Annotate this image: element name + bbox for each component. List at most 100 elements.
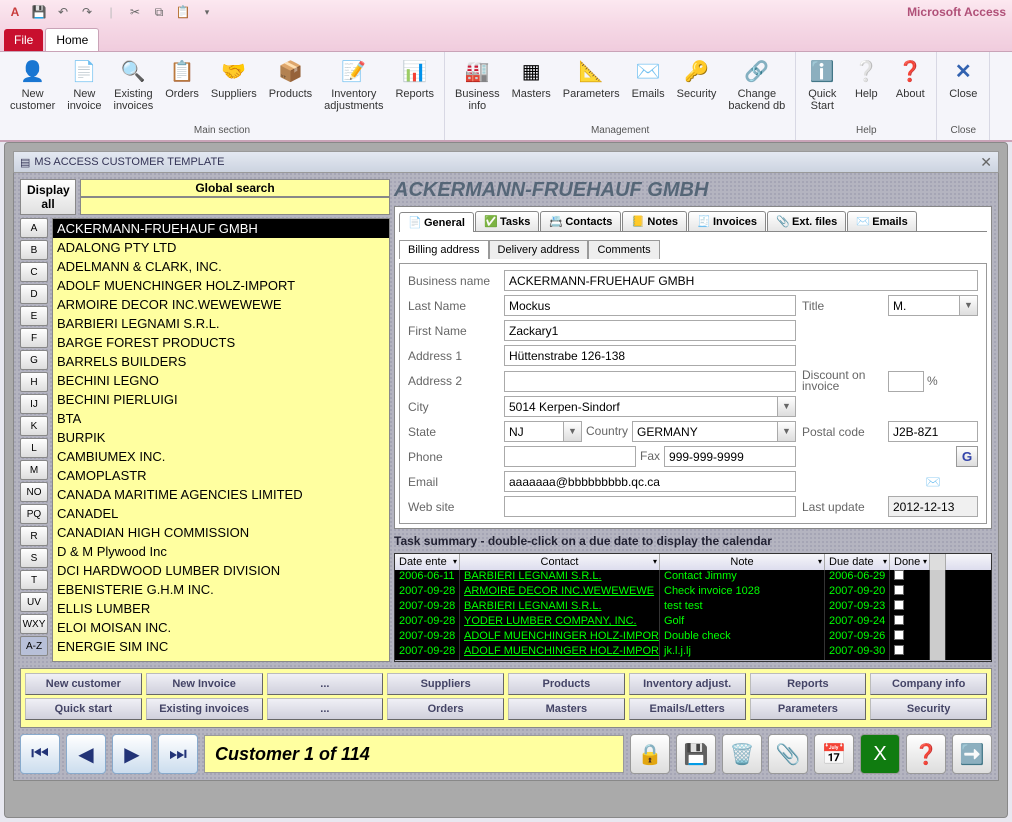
alpha-E[interactable]: E [20, 306, 48, 326]
bottom-button[interactable]: New Invoice [146, 673, 263, 695]
list-item[interactable]: CANADEL [53, 504, 389, 523]
list-item[interactable]: DCI HARDWOOD LUMBER DIVISION [53, 561, 389, 580]
masters-button[interactable]: ▦Masters [506, 54, 557, 125]
address1-input[interactable] [504, 345, 796, 366]
col-due[interactable]: Due date▾ [825, 554, 890, 570]
emails-button[interactable]: ✉️Emails [626, 54, 671, 125]
col-date[interactable]: Date ente▾ [395, 554, 460, 570]
file-tab[interactable]: File [4, 29, 43, 51]
help-button[interactable]: ❓ [906, 734, 946, 774]
parameters-button[interactable]: 📐Parameters [557, 54, 626, 125]
display-all-button[interactable]: Display all [20, 179, 76, 215]
list-item[interactable]: ADOLF MUENCHINGER HOLZ-IMPORT [53, 276, 389, 295]
list-item[interactable]: CANADA MARITIME AGENCIES LIMITED [53, 485, 389, 504]
list-item[interactable]: BECHINI LEGNO [53, 371, 389, 390]
reports-button[interactable]: 📊Reports [389, 54, 440, 125]
alpha-NO[interactable]: NO [20, 482, 48, 502]
alpha-K[interactable]: K [20, 416, 48, 436]
new-customer-button[interactable]: 👤New customer [4, 54, 61, 125]
first-record-button[interactable]: ⏮ [20, 734, 60, 774]
fax-input[interactable] [664, 446, 796, 467]
form-close-icon[interactable]: ✕ [980, 154, 992, 171]
list-item[interactable]: ADELMANN & CLARK, INC. [53, 257, 389, 276]
list-item[interactable]: ELOI MOISAN INC. [53, 618, 389, 637]
list-item[interactable]: BARBIERI LEGNAMI S.R.L. [53, 314, 389, 333]
excel-export-button[interactable]: X [860, 734, 900, 774]
alpha-WXY[interactable]: WXY [20, 614, 48, 634]
prev-record-button[interactable]: ◀ [66, 734, 106, 774]
attachment-button[interactable]: 📎 [768, 734, 808, 774]
inventory-adj-button[interactable]: 📝Inventory adjustments [318, 54, 389, 125]
chevron-down-icon[interactable]: ▼ [960, 295, 978, 316]
business-name-input[interactable] [504, 270, 978, 291]
list-item[interactable]: D & M Plywood Inc [53, 542, 389, 561]
list-item[interactable]: BARRELS BUILDERS [53, 352, 389, 371]
qat-customize-icon[interactable]: ▾ [198, 3, 216, 21]
bottom-button[interactable]: Orders [387, 698, 504, 720]
bottom-button[interactable]: Reports [750, 673, 867, 695]
tab-tasks[interactable]: ✅Tasks [475, 211, 539, 231]
mail-launch-icon[interactable]: ✉️ [888, 475, 978, 489]
close-button[interactable]: ✕Close [941, 54, 985, 125]
list-item[interactable]: BECHINI PIERLUIGI [53, 390, 389, 409]
about-button[interactable]: ❓About [888, 54, 932, 125]
security-button[interactable]: 🔑Security [671, 54, 723, 125]
list-item[interactable]: ENERGIE SIM INC [53, 637, 389, 656]
address2-input[interactable] [504, 371, 796, 392]
google-button[interactable]: G [956, 446, 978, 467]
lock-button[interactable]: 🔒 [630, 734, 670, 774]
table-row[interactable]: 2007-09-28YODER LUMBER COMPANY, INC.Golf… [395, 615, 991, 630]
last-record-button[interactable]: ⏭ [158, 734, 198, 774]
list-item[interactable]: ADALONG PTY LTD [53, 238, 389, 257]
alpha-T[interactable]: T [20, 570, 48, 590]
bottom-button[interactable]: Products [508, 673, 625, 695]
next-record-button[interactable]: ▶ [112, 734, 152, 774]
list-item[interactable]: ELLIS LUMBER [53, 599, 389, 618]
discount-input[interactable] [888, 371, 924, 392]
email-input[interactable] [504, 471, 796, 492]
quick-start-button[interactable]: ℹ️Quick Start [800, 54, 844, 125]
country-select[interactable]: ▼ [632, 421, 796, 442]
home-tab[interactable]: Home [45, 28, 99, 51]
existing-invoices-button[interactable]: 🔍Existing invoices [108, 54, 160, 125]
table-row[interactable]: 2007-09-28ARMOIRE DECOR INC.WEWEWEWEChec… [395, 585, 991, 600]
alpha-D[interactable]: D [20, 284, 48, 304]
alpha-G[interactable]: G [20, 350, 48, 370]
postal-input[interactable] [888, 421, 978, 442]
list-item[interactable]: ACKERMANN-FRUEHAUF GMBH [53, 219, 389, 238]
list-item[interactable]: EBENISTERIE G.H.M INC. [53, 580, 389, 599]
save-record-button[interactable]: 💾 [676, 734, 716, 774]
new-invoice-button[interactable]: 📄New invoice [61, 54, 107, 125]
col-note[interactable]: Note▾ [660, 554, 825, 570]
list-item[interactable]: BURPIK [53, 428, 389, 447]
help-button[interactable]: ❔Help [844, 54, 888, 125]
bottom-button[interactable]: Parameters [750, 698, 867, 720]
list-item[interactable]: BTA [53, 409, 389, 428]
global-search-input[interactable] [80, 197, 390, 215]
redo-icon[interactable]: ↷ [78, 3, 96, 21]
first-name-input[interactable] [504, 320, 796, 341]
table-row[interactable]: 2007-09-28ADOLF MUENCHINGER HOLZ-IMPORTD… [395, 630, 991, 645]
alpha-A[interactable]: A [20, 218, 48, 238]
alpha-B[interactable]: B [20, 240, 48, 260]
bottom-button[interactable]: New customer [25, 673, 142, 695]
tab-invoices[interactable]: 🧾Invoices [688, 211, 766, 231]
suppliers-button[interactable]: 🤝Suppliers [205, 54, 263, 125]
cut-icon[interactable]: ✂ [126, 3, 144, 21]
tab-contacts[interactable]: 📇Contacts [540, 211, 621, 231]
state-select[interactable]: ▼ [504, 421, 582, 442]
subtab-comments[interactable]: Comments [588, 240, 659, 259]
customer-list[interactable]: ACKERMANN-FRUEHAUF GMBHADALONG PTY LTDAD… [52, 218, 390, 662]
city-select[interactable]: ▼ [504, 396, 796, 417]
change-db-button[interactable]: 🔗Change backend db [722, 54, 791, 125]
bottom-button[interactable]: Security [870, 698, 987, 720]
alpha-H[interactable]: H [20, 372, 48, 392]
undo-icon[interactable]: ↶ [54, 3, 72, 21]
bottom-button[interactable]: Masters [508, 698, 625, 720]
chevron-down-icon[interactable]: ▼ [778, 421, 796, 442]
alpha-R[interactable]: R [20, 526, 48, 546]
alpha-UV[interactable]: UV [20, 592, 48, 612]
tab-notes[interactable]: 📒Notes [622, 211, 687, 231]
bottom-button[interactable]: Inventory adjust. [629, 673, 746, 695]
title-select[interactable]: ▼ [888, 295, 978, 316]
